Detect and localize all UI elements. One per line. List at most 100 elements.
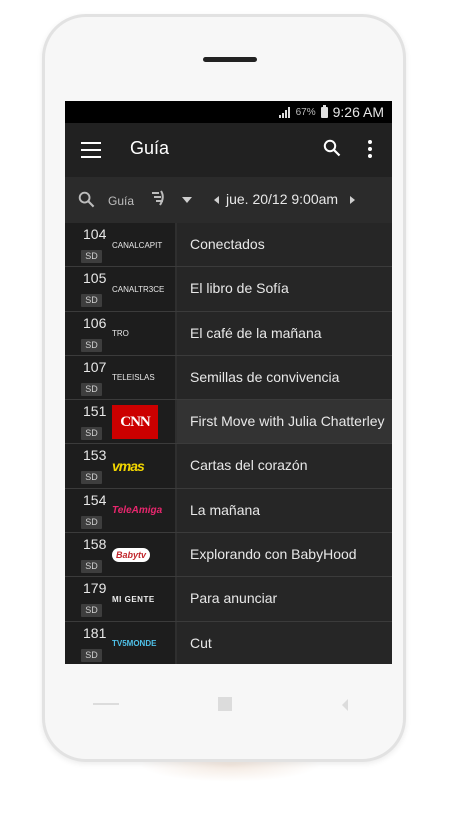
channel-row[interactable]: 158 SD Babytv Explorando con BabyHood — [65, 533, 392, 578]
channel-logo-text: CNN — [112, 405, 158, 440]
program-cell[interactable]: Cartas del corazón — [177, 444, 392, 488]
cnn-logo: CNN — [112, 405, 172, 440]
tv5monde-logo: TV5MONDE — [112, 630, 172, 658]
channel-cell[interactable]: 158 SD Babytv — [65, 533, 175, 577]
quality-badge: SD — [81, 382, 102, 396]
page-title: Guía — [130, 138, 170, 158]
quality-badge: SD — [81, 515, 102, 529]
channel-logo-text: TRO — [112, 329, 129, 339]
channel-cell[interactable]: 107 SD TELEISLAS — [65, 355, 175, 400]
channel-logo-text: vmas — [112, 458, 145, 475]
guide-filter-label[interactable]: Guía — [108, 194, 134, 208]
quality-badge: SD — [81, 294, 102, 308]
recent-apps-button[interactable] — [342, 699, 348, 711]
channel-cell[interactable]: 106 SD TRO — [65, 311, 175, 355]
program-title: Semillas de convivencia — [190, 368, 340, 385]
battery-percent: 67% — [295, 106, 316, 118]
migente-logo: MI GENTE — [112, 585, 172, 613]
quality-badge: SD — [81, 250, 102, 263]
app-bar: Guía — [65, 123, 392, 177]
channel-row[interactable]: 106 SD TRO El café de la mañana — [65, 311, 392, 356]
channel-cell[interactable]: 179 SD MI GENTE — [65, 577, 175, 621]
program-title: Cartas del corazón — [190, 457, 308, 474]
channel-number: 105 — [83, 270, 107, 287]
quality-badge: SD — [81, 560, 102, 574]
channel-number: 154 — [83, 491, 107, 508]
channel-row[interactable]: 151 SD CNN First Move with Julia Chatterley — [65, 400, 392, 445]
program-title: First Move with Julia Chatterley — [190, 413, 385, 430]
channel-number: 106 — [83, 314, 107, 331]
program-cell[interactable]: Explorando con BabyHood — [177, 533, 392, 577]
status-time: 9:26 AM — [332, 104, 384, 120]
channel-row[interactable]: 104 SD CANALCAPIT Conectados — [65, 223, 392, 268]
text-logo: TELEISLAS — [112, 364, 172, 392]
program-cell[interactable]: El libro de Sofía — [177, 267, 392, 311]
channel-number: 107 — [83, 358, 107, 375]
quality-badge: SD — [81, 427, 102, 441]
channel-number: 153 — [83, 447, 107, 464]
program-cell[interactable]: Para anunciar — [177, 577, 392, 621]
channel-cell[interactable]: 154 SD TeleAmiga — [65, 488, 175, 533]
teleamiga-logo: TeleAmiga — [112, 497, 172, 525]
app-screen: 67% 9:26 AM Guía Guía jue. 20/12 9:00am … — [65, 101, 392, 664]
channel-row[interactable]: 107 SD TELEISLAS Semillas de convivencia — [65, 355, 392, 401]
phone-frame: 67% 9:26 AM Guía Guía jue. 20/12 9:00am … — [42, 14, 406, 762]
cast-icon[interactable] — [149, 189, 167, 207]
channel-cell[interactable]: 181 SD TV5MONDE — [65, 621, 175, 664]
back-button[interactable] — [93, 703, 119, 705]
program-cell[interactable]: Conectados — [177, 223, 392, 267]
home-button[interactable] — [218, 697, 232, 711]
channel-row[interactable]: 153 SD vmas Cartas del corazón — [65, 444, 392, 489]
channel-logo-text: TeleAmiga — [112, 505, 163, 517]
babytv-logo: Babytv — [112, 541, 172, 569]
program-cell[interactable]: La mañana — [177, 488, 392, 533]
text-logo: TRO — [112, 320, 172, 348]
channel-logo-text: MI GENTE — [112, 594, 155, 604]
channel-number: 151 — [83, 403, 107, 420]
more-options-icon[interactable] — [367, 140, 373, 158]
program-title: La mañana — [190, 501, 261, 518]
quality-badge: SD — [81, 471, 102, 485]
battery-icon — [320, 104, 328, 118]
vmas-logo: vmas — [112, 452, 172, 480]
channel-logo-text: Babytv — [112, 548, 151, 563]
channel-row[interactable]: 154 SD TeleAmiga La mañana — [65, 488, 392, 534]
channel-logo-text: TV5MONDE — [112, 639, 157, 649]
program-title: Conectados — [190, 236, 265, 252]
status-bar: 67% 9:26 AM — [65, 101, 392, 123]
chevron-down-icon[interactable] — [182, 197, 192, 203]
channel-number: 179 — [83, 580, 107, 597]
date-time-selector[interactable]: jue. 20/12 9:00am — [226, 191, 338, 207]
program-cell[interactable]: Cut — [177, 621, 392, 664]
channel-number: 158 — [83, 536, 107, 553]
quality-badge: SD — [81, 648, 102, 662]
program-cell[interactable]: Semillas de convivencia — [177, 355, 392, 400]
channel-logo-text: TELEISLAS — [112, 373, 155, 383]
filter-bar: Guía jue. 20/12 9:00am — [65, 177, 392, 223]
channel-row[interactable]: 181 SD TV5MONDE Cut — [65, 621, 392, 664]
program-title: Explorando con BabyHood — [190, 546, 357, 563]
channel-cell[interactable]: 104 SD CANALCAPIT — [65, 223, 175, 267]
text-logo: CANALTR3CE — [112, 275, 172, 303]
program-title: Para anunciar — [190, 590, 278, 607]
text-logo: CANALCAPIT — [112, 231, 172, 259]
channel-number: 181 — [83, 624, 107, 641]
channel-row[interactable]: 179 SD MI GENTE Para anunciar — [65, 577, 392, 622]
program-title: El café de la mañana — [190, 324, 322, 341]
channel-row[interactable]: 105 SD CANALTR3CE El libro de Sofía — [65, 267, 392, 312]
phone-speaker — [203, 57, 257, 62]
channel-cell[interactable]: 151 SD CNN — [65, 400, 175, 444]
quality-badge: SD — [81, 338, 102, 352]
filter-search-icon[interactable] — [78, 191, 95, 208]
channel-number: 104 — [83, 226, 107, 242]
program-title: Cut — [190, 634, 212, 651]
menu-icon[interactable] — [81, 142, 101, 158]
channel-cell[interactable]: 105 SD CANALTR3CE — [65, 267, 175, 311]
search-icon[interactable] — [323, 139, 341, 157]
channel-cell[interactable]: 153 SD vmas — [65, 444, 175, 488]
next-time-icon[interactable] — [350, 196, 355, 204]
channel-logo-text: CANALTR3CE — [112, 284, 165, 294]
program-cell[interactable]: El café de la mañana — [177, 311, 392, 355]
prev-time-icon[interactable] — [214, 196, 219, 204]
program-cell[interactable]: First Move with Julia Chatterley — [177, 400, 392, 444]
